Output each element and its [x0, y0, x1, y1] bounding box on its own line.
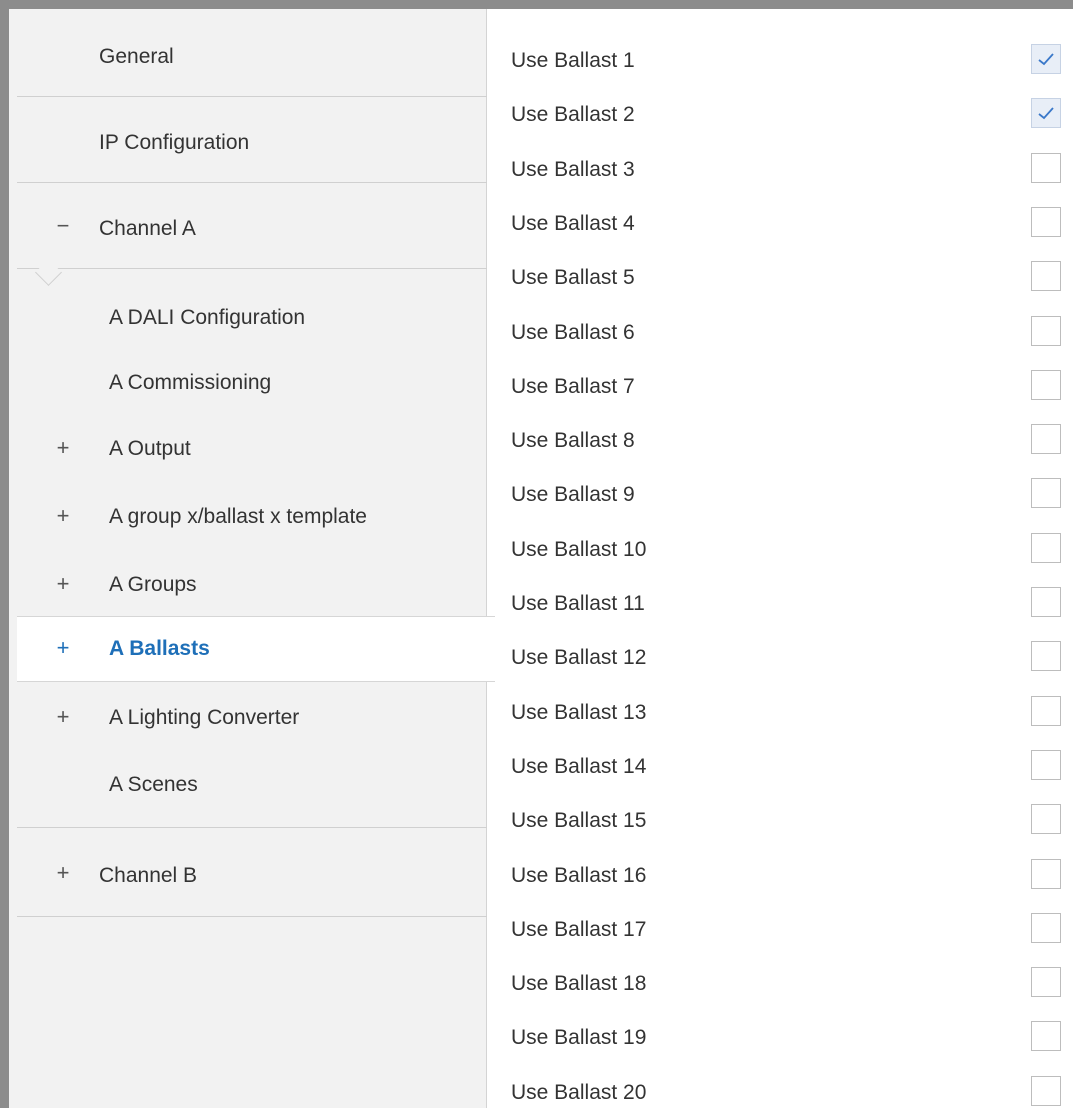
checkmark-icon: [1038, 53, 1054, 66]
sidebar-item-label: A Groups: [109, 573, 197, 596]
sidebar-item-label: A Output: [109, 437, 191, 460]
ballast-row: Use Ballast 6: [487, 301, 1073, 355]
ballast-row-label: Use Ballast 18: [511, 972, 647, 996]
expand-icon[interactable]: +: [55, 860, 71, 886]
ballast-row-label: Use Ballast 14: [511, 754, 647, 778]
sidebar-item-a-dali-configuration[interactable]: A DALI Configuration: [17, 294, 487, 344]
use-ballast-checkbox[interactable]: [1031, 1021, 1061, 1052]
ballast-row-label: Use Ballast 4: [511, 211, 635, 235]
ballast-row: Use Ballast 12: [487, 626, 1073, 680]
use-ballast-checkbox[interactable]: [1031, 587, 1061, 617]
sidebar-item-a-commissioning[interactable]: A Commissioning: [17, 359, 487, 409]
ballast-row-label: Use Ballast 6: [511, 320, 635, 344]
ballast-row: Use Ballast 18: [487, 952, 1073, 1006]
ballast-row: Use Ballast 17: [487, 898, 1073, 952]
ballast-row: Use Ballast 11: [487, 572, 1073, 626]
ballast-row: Use Ballast 4: [487, 192, 1073, 246]
ballast-row: Use Ballast 10: [487, 518, 1073, 572]
sidebar-item-ip-configuration[interactable]: IP Configuration: [17, 97, 487, 183]
ballast-row: Use Ballast 13: [487, 681, 1073, 735]
ballast-row-label: Use Ballast 16: [511, 863, 647, 887]
ballast-row-label: Use Ballast 12: [511, 646, 647, 670]
ballast-row-label: Use Ballast 8: [511, 429, 635, 453]
ballast-row: Use Ballast 20: [487, 1061, 1073, 1108]
use-ballast-checkbox[interactable]: [1031, 261, 1061, 292]
ballast-row: Use Ballast 3: [487, 138, 1073, 192]
ballast-row: Use Ballast 15: [487, 789, 1073, 843]
use-ballast-checkbox[interactable]: [1031, 912, 1061, 943]
ballast-row-label: Use Ballast 9: [511, 483, 635, 507]
ballast-row-label: Use Ballast 11: [511, 592, 645, 615]
sidebar-item-label: General: [99, 45, 174, 68]
sidebar-item-a-groups[interactable]: + A Groups: [17, 561, 487, 611]
expand-icon[interactable]: +: [55, 571, 71, 597]
sidebar-item-a-ballasts[interactable]: + A Ballasts: [17, 616, 495, 682]
ballast-row: Use Ballast 9: [487, 463, 1073, 517]
sidebar-item-a-lighting-converter[interactable]: + A Lighting Converter: [17, 694, 487, 744]
ballast-row: Use Ballast 2: [487, 83, 1073, 137]
use-ballast-checkbox[interactable]: [1031, 315, 1061, 346]
ballast-row-label: Use Ballast 13: [511, 700, 647, 724]
ballast-row: Use Ballast 7: [487, 355, 1073, 409]
expand-icon[interactable]: +: [55, 503, 71, 529]
sidebar-item-label: A Commissioning: [109, 371, 272, 394]
sidebar-item-general[interactable]: General: [17, 9, 487, 97]
ballast-row: Use Ballast 16: [487, 844, 1073, 898]
expand-icon[interactable]: +: [55, 435, 71, 461]
use-ballast-checkbox[interactable]: [1031, 98, 1061, 129]
sidebar-item-a-output[interactable]: + A Output: [17, 425, 487, 475]
expand-icon[interactable]: +: [55, 635, 71, 661]
sidebar-item-label: IP Configuration: [99, 131, 250, 154]
window-frame: General IP Configuration − Channel A A D…: [0, 0, 1073, 1108]
use-ballast-checkbox[interactable]: [1031, 749, 1061, 780]
ballast-row-label: Use Ballast 10: [511, 537, 647, 561]
ballast-row: Use Ballast 8: [487, 409, 1073, 463]
use-ballast-checkbox[interactable]: [1031, 858, 1061, 889]
ballast-row-label: Use Ballast 19: [511, 1026, 647, 1050]
ballast-row-label: Use Ballast 2: [511, 103, 635, 127]
use-ballast-checkbox[interactable]: [1031, 424, 1061, 455]
sidebar-item-label: A DALI Configuration: [109, 306, 306, 329]
ballast-row-label: Use Ballast 5: [511, 266, 635, 290]
use-ballast-checkbox[interactable]: [1031, 804, 1061, 835]
use-ballast-checkbox[interactable]: [1031, 44, 1061, 74]
use-ballast-checkbox[interactable]: [1031, 967, 1061, 998]
sidebar-item-channel-b[interactable]: + Channel B: [17, 827, 487, 917]
use-ballast-checkbox[interactable]: [1031, 641, 1061, 672]
ballast-row: Use Ballast 1: [487, 29, 1073, 83]
ballast-row-label: Use Ballast 20: [511, 1080, 647, 1104]
sidebar-item-a-group-ballast-template[interactable]: + A group x/ballast x template: [17, 493, 487, 543]
use-ballast-checkbox[interactable]: [1031, 369, 1061, 400]
ballast-settings-panel: Use Ballast 1 Use Ballast 2 Use Ballast 3 U…: [487, 9, 1073, 1108]
ballast-row-label: Use Ballast 15: [511, 809, 647, 833]
checkmark-icon: [1038, 107, 1054, 120]
ballast-row-label: Use Ballast 3: [511, 157, 635, 181]
use-ballast-checkbox[interactable]: [1031, 695, 1061, 726]
use-ballast-checkbox[interactable]: [1031, 478, 1061, 509]
expand-icon[interactable]: +: [55, 704, 71, 730]
sidebar-item-a-scenes[interactable]: A Scenes: [17, 761, 487, 811]
use-ballast-checkbox[interactable]: [1031, 152, 1061, 183]
sidebar-item-label: A Lighting Converter: [109, 706, 300, 729]
ballast-row: Use Ballast 19: [487, 1006, 1073, 1060]
use-ballast-checkbox[interactable]: [1031, 206, 1061, 237]
sidebar-item-label: A Ballasts: [109, 637, 210, 660]
sidebar-item-label: A group x/ballast x template: [109, 505, 367, 528]
sidebar-item-label: Channel A: [99, 217, 196, 240]
ballast-row-label: Use Ballast 1: [511, 49, 635, 72]
sidebar-item-channel-a[interactable]: − Channel A: [17, 183, 487, 269]
sidebar-item-label: Channel B: [99, 864, 198, 887]
ballast-row-label: Use Ballast 7: [511, 374, 635, 398]
ballast-row: Use Ballast 14: [487, 735, 1073, 789]
sidebar: General IP Configuration − Channel A A D…: [9, 9, 495, 1108]
sidebar-item-label: A Scenes: [109, 773, 198, 796]
ballast-row: Use Ballast 5: [487, 246, 1073, 300]
ballast-row-label: Use Ballast 17: [511, 917, 647, 941]
use-ballast-checkbox[interactable]: [1031, 1075, 1061, 1106]
collapse-icon[interactable]: −: [55, 213, 71, 239]
use-ballast-checkbox[interactable]: [1031, 532, 1061, 563]
